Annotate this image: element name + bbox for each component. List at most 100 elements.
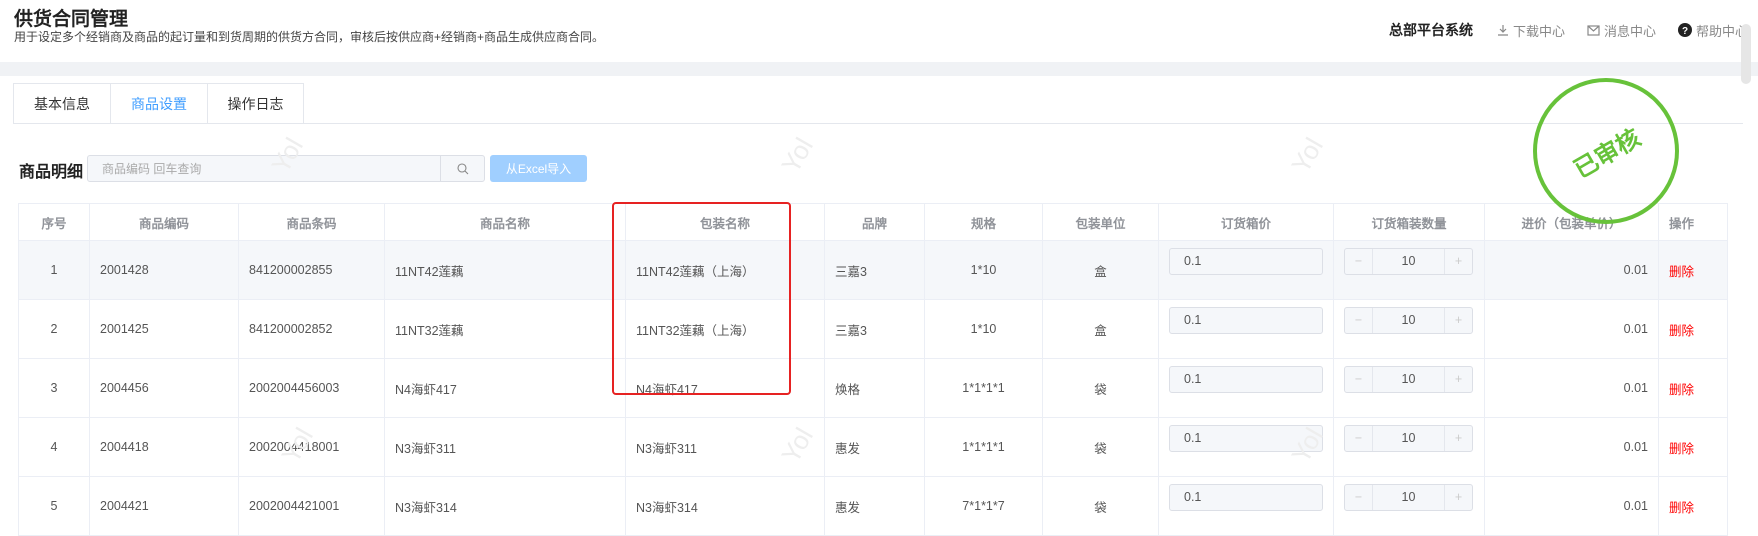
decrement-button[interactable]: − (1345, 248, 1373, 274)
help-center-link[interactable]: ? 帮助中心 (1678, 21, 1748, 40)
cell-box-price: 0.1 (1158, 417, 1334, 477)
cell-brand: 三嘉3 (824, 299, 925, 359)
download-icon (1498, 25, 1508, 36)
download-center-label: 下载中心 (1513, 23, 1566, 39)
tab-bar: 基本信息 商品设置 操作日志 (13, 83, 304, 124)
cell-spec: 7*1*1*7 (924, 476, 1043, 536)
box-price-input[interactable]: 0.1 (1169, 483, 1323, 511)
cell-box-qty: −10 + (1333, 299, 1485, 359)
increment-button[interactable]: + (1444, 425, 1472, 451)
product-table: 序号 商品编码 商品条码 商品名称 包装名称 品牌 规格 包装单位 订货箱价 订… (18, 203, 1728, 536)
box-qty-value[interactable]: 10 (1373, 485, 1444, 510)
message-center-link[interactable]: 消息中心 (1587, 21, 1656, 40)
stamp-text: 已审核 (1569, 123, 1646, 184)
cell-box-price: 0.1 (1158, 299, 1334, 359)
decrement-button[interactable]: − (1345, 484, 1373, 510)
cell-box-price: 0.1 (1158, 358, 1334, 418)
box-price-input[interactable]: 0.1 (1169, 365, 1323, 393)
col-header: 订货箱价 (1158, 203, 1334, 241)
increment-button[interactable]: + (1444, 484, 1472, 510)
cell-code: 2004418 (89, 417, 239, 477)
search-button[interactable] (440, 156, 484, 181)
box-price-input[interactable]: 0.1 (1169, 306, 1323, 334)
svg-text:?: ? (1682, 26, 1688, 37)
cell-action: 删除 (1658, 417, 1728, 477)
decrement-button[interactable]: − (1345, 425, 1373, 451)
delete-button[interactable]: 删除 (1669, 442, 1694, 456)
search-input[interactable] (88, 156, 440, 181)
decrement-button[interactable]: − (1345, 307, 1373, 333)
cell-price: 0.01 (1484, 358, 1659, 418)
import-excel-button[interactable]: 从Excel导入 (490, 155, 587, 182)
box-qty-value[interactable]: 10 (1373, 308, 1444, 333)
box-qty-stepper[interactable]: −10 + (1344, 306, 1473, 334)
cell-action: 删除 (1658, 240, 1728, 300)
system-name: 总部平台系统 (1389, 22, 1473, 38)
box-price-input[interactable]: 0.1 (1169, 424, 1323, 452)
cell-box-qty: −10 + (1333, 358, 1485, 418)
cell-name: 11NT32莲藕 (384, 299, 626, 359)
box-price-input[interactable]: 0.1 (1169, 247, 1323, 275)
col-header: 商品名称 (384, 203, 626, 241)
cell-barcode: 2002004418001 (238, 417, 385, 477)
cell-action: 删除 (1658, 476, 1728, 536)
table-row: 1 2001428 841200002855 11NT42莲藕 11NT42莲藕… (18, 240, 1728, 300)
header-divider (0, 62, 1758, 76)
cell-box-qty: −10 + (1333, 417, 1485, 477)
page-subtitle: 用于设定多个经销商及商品的起订量和到货周期的供货方合同，审核后按供应商+经销商+… (14, 30, 605, 44)
cell-barcode: 2002004421001 (238, 476, 385, 536)
increment-button[interactable]: + (1444, 307, 1472, 333)
delete-button[interactable]: 删除 (1669, 383, 1694, 397)
cell-code: 2004456 (89, 358, 239, 418)
box-qty-stepper[interactable]: −10 + (1344, 424, 1473, 452)
col-header: 操作 (1658, 203, 1728, 241)
cell-name: 11NT42莲藕 (384, 240, 626, 300)
delete-button[interactable]: 删除 (1669, 265, 1694, 279)
col-header: 商品条码 (238, 203, 385, 241)
page-title: 供货合同管理 (14, 9, 129, 30)
cell-pack-name: N3海虾314 (625, 476, 825, 536)
box-qty-stepper[interactable]: −10 + (1344, 365, 1473, 393)
cell-price: 0.01 (1484, 476, 1659, 536)
cell-unit: 盒 (1042, 240, 1159, 300)
box-qty-value[interactable]: 10 (1373, 249, 1444, 274)
delete-button[interactable]: 删除 (1669, 501, 1694, 515)
cell-price: 0.01 (1484, 299, 1659, 359)
table-row: 2 2001425 841200002852 11NT32莲藕 11NT32莲藕… (18, 299, 1728, 359)
box-qty-stepper[interactable]: −10 + (1344, 247, 1473, 275)
increment-button[interactable]: + (1444, 248, 1472, 274)
download-center-link[interactable]: 下载中心 (1497, 21, 1565, 40)
tab-basic-info[interactable]: 基本信息 (13, 83, 110, 124)
scrollbar[interactable] (1741, 24, 1751, 84)
cell-no: 4 (18, 417, 90, 477)
box-qty-stepper[interactable]: −10 + (1344, 483, 1473, 511)
tab-product-settings[interactable]: 商品设置 (110, 83, 207, 124)
tab-operation-log[interactable]: 操作日志 (207, 83, 304, 124)
cell-brand: 焕格 (824, 358, 925, 418)
cell-unit: 袋 (1042, 476, 1159, 536)
cell-no: 3 (18, 358, 90, 418)
box-qty-value[interactable]: 10 (1373, 426, 1444, 451)
cell-name: N3海虾314 (384, 476, 626, 536)
cell-no: 1 (18, 240, 90, 300)
table-header: 序号 商品编码 商品条码 商品名称 包装名称 品牌 规格 包装单位 订货箱价 订… (18, 203, 1728, 241)
cell-spec: 1*10 (924, 299, 1043, 359)
cell-code: 2001425 (89, 299, 239, 359)
delete-button[interactable]: 删除 (1669, 324, 1694, 338)
header-nav: 总部平台系统 下载中心 消息中心 ? 帮助中心 Y (1389, 20, 1758, 40)
increment-button[interactable]: + (1444, 366, 1472, 392)
cell-box-price: 0.1 (1158, 240, 1334, 300)
top-header: 供货合同管理 用于设定多个经销商及商品的起订量和到货周期的供货方合同，审核后按供… (0, 0, 1758, 62)
cell-price: 0.01 (1484, 240, 1659, 300)
cell-code: 2004421 (89, 476, 239, 536)
decrement-button[interactable]: − (1345, 366, 1373, 392)
cell-unit: 盒 (1042, 299, 1159, 359)
cell-action: 删除 (1658, 358, 1728, 418)
cell-spec: 1*1*1*1 (924, 358, 1043, 418)
cell-code: 2001428 (89, 240, 239, 300)
search-icon (456, 162, 468, 174)
section-title: 商品明细 (19, 164, 84, 181)
box-qty-value[interactable]: 10 (1373, 367, 1444, 392)
cell-name: N3海虾311 (384, 417, 626, 477)
col-header: 品牌 (824, 203, 925, 241)
